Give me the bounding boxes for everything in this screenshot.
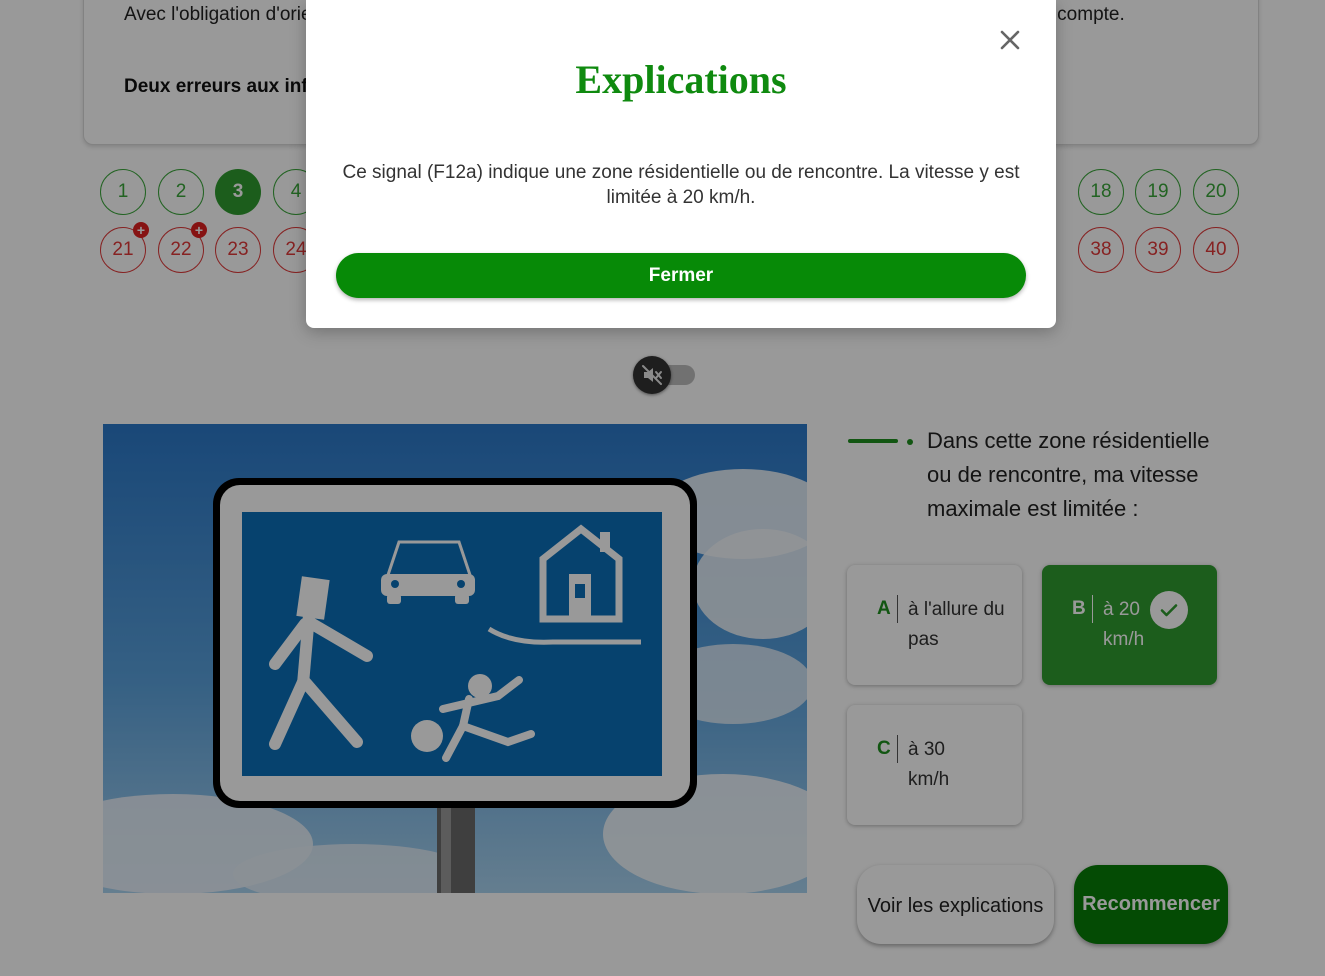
close-modal-button[interactable]: Fermer [336, 253, 1026, 298]
modal-explanation-text: Ce signal (F12a) indique une zone réside… [342, 162, 1020, 208]
explanations-modal: Explications Ce signal (F12a) indique un… [306, 0, 1056, 328]
close-icon[interactable] [996, 26, 1024, 54]
modal-title: Explications [575, 57, 787, 102]
